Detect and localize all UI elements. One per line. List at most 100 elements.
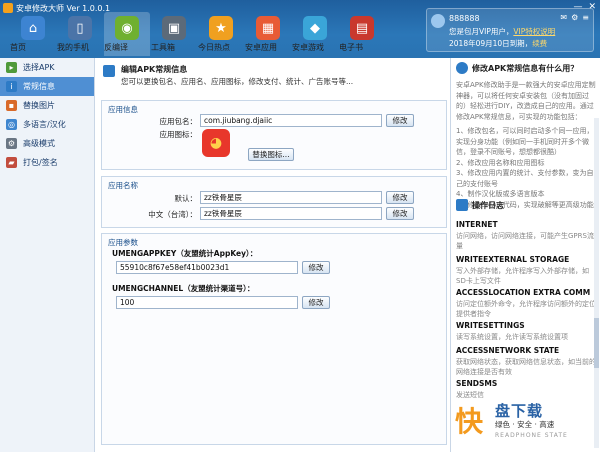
sidebar-item-label: 打包/签名 [23,158,58,167]
book-icon: ▤ [350,16,374,40]
watermark-slogan: 绿色 · 安全 · 高速 [495,420,555,429]
permission-desc: 读写系统设置，允许读写系统设置项 [456,333,568,341]
permission-desc: 访问网络，访问网络连接，可能产生GPRS流量 [456,232,594,250]
permission-name: INTERNET [456,220,498,229]
package-label: 应用包名： [159,117,198,126]
apps-icon: ▦ [256,16,280,40]
settings-icon[interactable]: ⚙ [571,13,578,22]
user-icons: ✉ ⚙ ≡ [560,13,589,22]
sidebar: ▸ 选择APK i 常规信息 ▪ 替换图片 ◎ 多语言/汉化 ⚙ 高级模式 ▰ … [0,58,95,452]
menu-icon[interactable]: ≡ [582,13,589,22]
section-title: 应用参数 [108,238,138,247]
tab-label: 工具箱 [151,43,175,52]
phone-icon: ▯ [68,16,92,40]
permission-name: WRITESETTINGS [456,321,525,330]
main-panel: 编辑APK常规信息 您可以更换包名、应用名、应用图标，修改支付、统计、广告账号等… [95,58,450,452]
vip-privilege-link[interactable]: VIP特权说明 [513,27,555,36]
tab-decompile[interactable]: ◉ 反编译 [104,12,150,56]
tab-toolbox[interactable]: ▣ 工具箱 [151,12,197,56]
log-title: 操作日志 [472,200,504,210]
help-paragraph: 3、修改应用内置的统计、支付参数，变为自己的支付账号 [456,169,594,188]
star-icon: ★ [209,16,233,40]
games-icon: ◆ [303,16,327,40]
tab-label: 安卓游戏 [292,43,324,52]
sidebar-item-advanced[interactable]: ⚙ 高级模式 [0,134,94,153]
permission-desc: 访问定位额外命令，允许程序访问额外的定位提供者指令 [456,300,596,318]
default-name-modify-button[interactable]: 修改 [386,191,414,204]
zh-tw-name-label: 中文（台湾）： [148,210,197,219]
app-name-section: 应用名称 默认： 修改 中文（台湾）： 修改 [101,176,447,228]
help-title: 修改APK常规信息有什么用？ [472,63,579,73]
expire-status: 2018年09月10日到期，续费 [449,38,547,49]
tab-android-apps[interactable]: ▦ 安卓应用 [245,12,291,56]
sidebar-item-package-sign[interactable]: ▰ 打包/签名 [0,153,94,172]
package-modify-button[interactable]: 修改 [386,114,414,127]
log-item: WRITESETTINGS 读写系统设置，允许读写系统设置项 [456,321,596,342]
sidebar-item-localization[interactable]: ◎ 多语言/汉化 [0,115,94,134]
help-paragraph: 2、修改应用名称和应用图标 [456,158,545,167]
replace-icon-button[interactable]: 替换图标... [248,148,294,161]
tab-label: 安卓应用 [245,43,277,52]
log-item: ACCESSNETWORK STATE 获取网络状态，获取网络信息状态，如当前的… [456,346,596,377]
android-icon: ◉ [115,16,139,40]
tab-label: 我的手机 [57,43,89,52]
expire-text: 2018年09月10日到期， [449,39,533,48]
permission-name: ACCESSNETWORK STATE [456,346,560,355]
permission-desc: 获取网络状态，获取网络信息状态，如当前的网络连接是否有效 [456,358,596,376]
page-title: 编辑APK常规信息 [121,65,188,74]
tab-label: 今日热点 [198,43,230,52]
help-paragraph: 安卓APK修改助手是一款强大的安卓应用定制神器，可以将任何安卓安装包（没有加固过… [456,81,596,121]
toolbox-icon: ▣ [162,16,186,40]
sidebar-item-replace-image[interactable]: ▪ 替换图片 [0,96,94,115]
umeng-channel-input[interactable] [116,296,298,309]
avatar[interactable] [431,14,445,28]
umeng-channel-modify-button[interactable]: 修改 [302,296,330,309]
help-icon [456,62,468,74]
username: 888888 [449,14,480,23]
sidebar-item-label: 常规信息 [23,82,55,91]
sidebar-item-label: 高级模式 [23,139,55,148]
tab-label: 电子书 [339,43,363,52]
sidebar-item-label: 替换图片 [23,101,55,110]
log-header: 操作日志 [456,199,504,211]
zh-tw-name-input[interactable] [200,207,382,220]
package-icon: ▰ [6,157,17,168]
info-icon: i [6,81,17,92]
sidebar-item-label: 多语言/汉化 [23,120,66,129]
log-icon [456,199,468,211]
tab-my-phone[interactable]: ▯ 我的手机 [57,12,103,56]
sidebar-item-label: 选择APK [23,63,55,72]
zh-tw-name-modify-button[interactable]: 修改 [386,207,414,220]
help-paragraph: 4、制作汉化版或多语言版本 [456,190,545,198]
log-item: ACCESSLOCATION EXTRA COMM 访问定位额外命令，允许程序访… [456,288,596,319]
tab-label: 首页 [10,43,26,52]
select-apk-icon: ▸ [6,62,17,73]
tab-home[interactable]: ⌂ 首页 [10,12,56,56]
tab-ebooks[interactable]: ▤ 电子书 [339,12,385,56]
permission-name: SENDSMS [456,379,498,388]
app-params-section: 应用参数 UMENGAPPKEY（友盟统计AppKey）： 修改 UMENGCH… [101,233,447,445]
default-name-label: 默认： [174,194,198,203]
gear-icon: ⚙ [6,138,17,149]
sidebar-item-select-apk[interactable]: ▸ 选择APK [0,58,94,77]
app-info-section: 应用信息 应用包名： 修改 应用图标： ◕ 替换图标... [101,100,447,170]
watermark-brand: 盘下载 [495,402,544,420]
renew-link[interactable]: 续费 [532,39,547,48]
tab-hot-today[interactable]: ★ 今日热点 [198,12,244,56]
image-icon: ▪ [6,100,17,111]
log-item: WRITEEXTERNAL STORAGE 写入外部存储，允许程序写入外部存储，… [456,255,596,286]
mail-icon[interactable]: ✉ [560,13,567,22]
permission-desc: 写入外部存储，允许程序写入外部存储，如SD卡上写文件 [456,267,589,285]
default-name-input[interactable] [200,191,382,204]
watermark-logo: 快 [455,405,484,438]
umeng-appkey-modify-button[interactable]: 修改 [302,261,330,274]
sidebar-item-general-info[interactable]: i 常规信息 [0,77,94,96]
permission-name: WRITEEXTERNAL STORAGE [456,255,570,264]
watermark: 快 盘下载 绿色 · 安全 · 高速 READPHONE STATE [455,392,600,452]
help-header: 修改APK常规信息有什么用？ [456,62,578,74]
section-title: 应用名称 [108,181,138,190]
scrollbar-thumb[interactable] [594,318,599,368]
package-input[interactable] [200,114,382,127]
umeng-appkey-input[interactable] [116,261,298,274]
tab-android-games[interactable]: ◆ 安卓游戏 [292,12,338,56]
